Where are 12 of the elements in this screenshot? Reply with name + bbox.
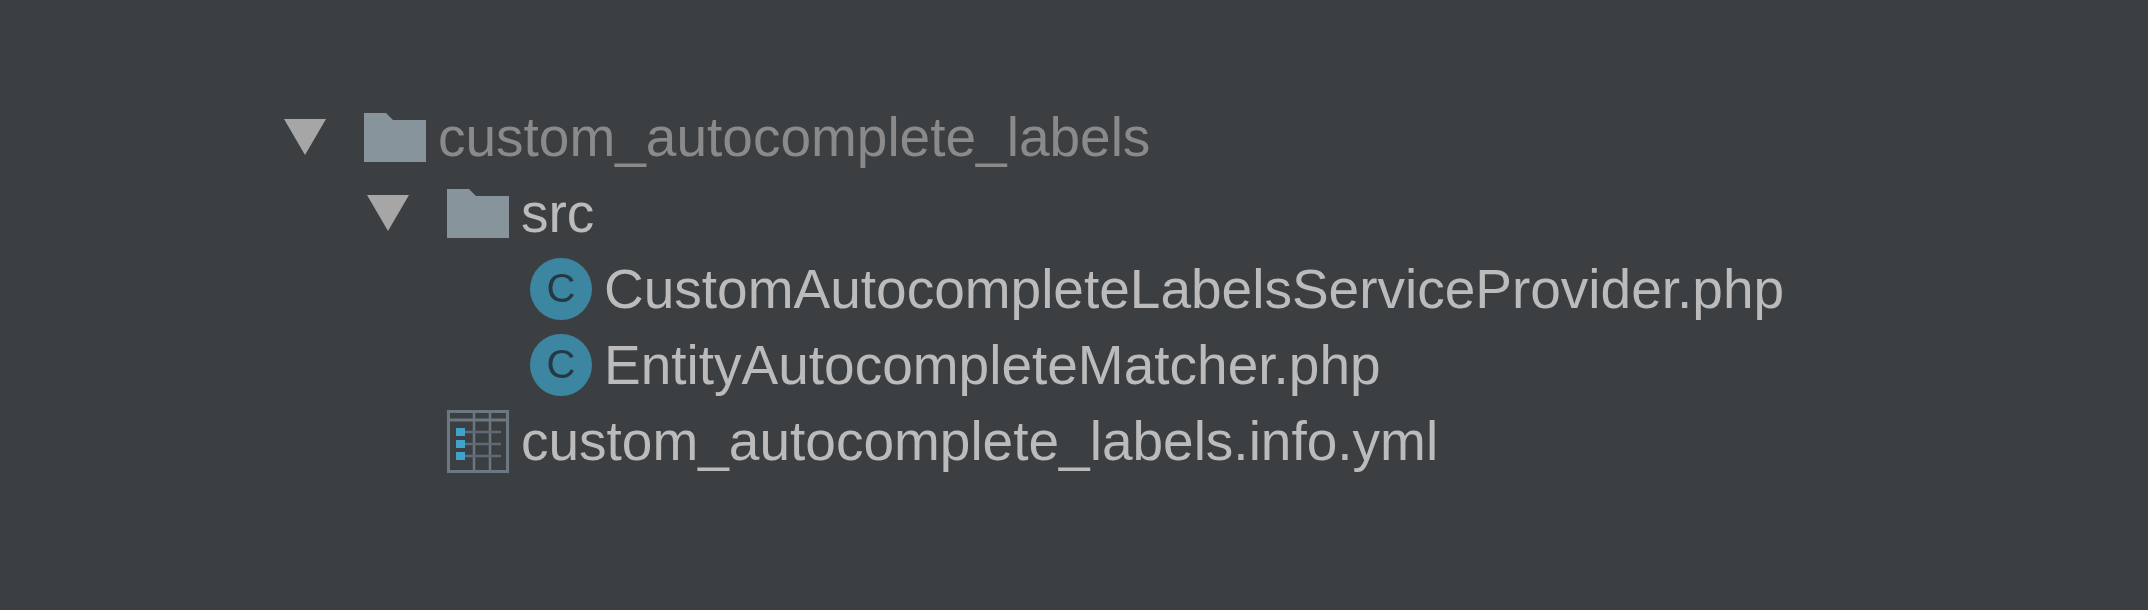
file-name[interactable]: CustomAutocompleteLabelsServiceProvider.php [604, 257, 1785, 321]
table-icon [447, 409, 509, 473]
folder-icon [364, 112, 426, 162]
file-name[interactable]: custom_autocomplete_labels.info.yml [521, 409, 1439, 473]
class-icon: C [530, 258, 592, 320]
caret-icon[interactable] [284, 119, 326, 155]
file-name[interactable]: EntityAutocompleteMatcher.php [604, 333, 1381, 397]
folder-name[interactable]: custom_autocomplete_labels [438, 105, 1151, 169]
folder-icon [447, 188, 509, 238]
folder-name[interactable]: src [521, 181, 595, 245]
caret-icon[interactable] [367, 195, 409, 231]
class-icon: C [530, 334, 592, 396]
